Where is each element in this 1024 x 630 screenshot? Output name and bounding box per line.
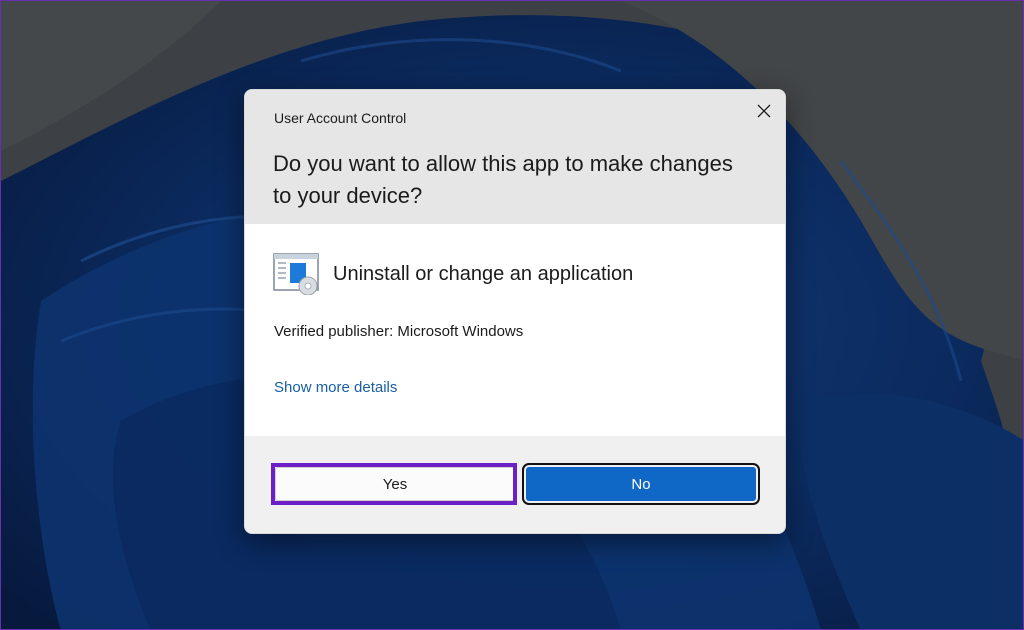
- close-button[interactable]: [749, 98, 779, 124]
- programs-and-features-icon: [273, 253, 321, 296]
- dialog-question: Do you want to allow this app to make ch…: [273, 151, 733, 208]
- no-button[interactable]: No: [522, 463, 760, 505]
- dialog-header: User Account Control Do you want to allo…: [245, 90, 785, 224]
- close-icon: [757, 104, 771, 118]
- dialog-title: User Account Control: [274, 110, 407, 126]
- dialog-footer: Yes No: [245, 436, 785, 533]
- app-info-row: Uninstall or change an application: [273, 253, 634, 296]
- screenshot-frame: User Account Control Do you want to allo…: [0, 0, 1024, 630]
- verified-publisher: Verified publisher: Microsoft Windows: [274, 323, 524, 340]
- show-more-details-link[interactable]: Show more details: [274, 379, 397, 396]
- yes-button[interactable]: Yes: [275, 467, 515, 501]
- uac-dialog: User Account Control Do you want to allo…: [244, 89, 786, 534]
- app-name: Uninstall or change an application: [333, 262, 634, 285]
